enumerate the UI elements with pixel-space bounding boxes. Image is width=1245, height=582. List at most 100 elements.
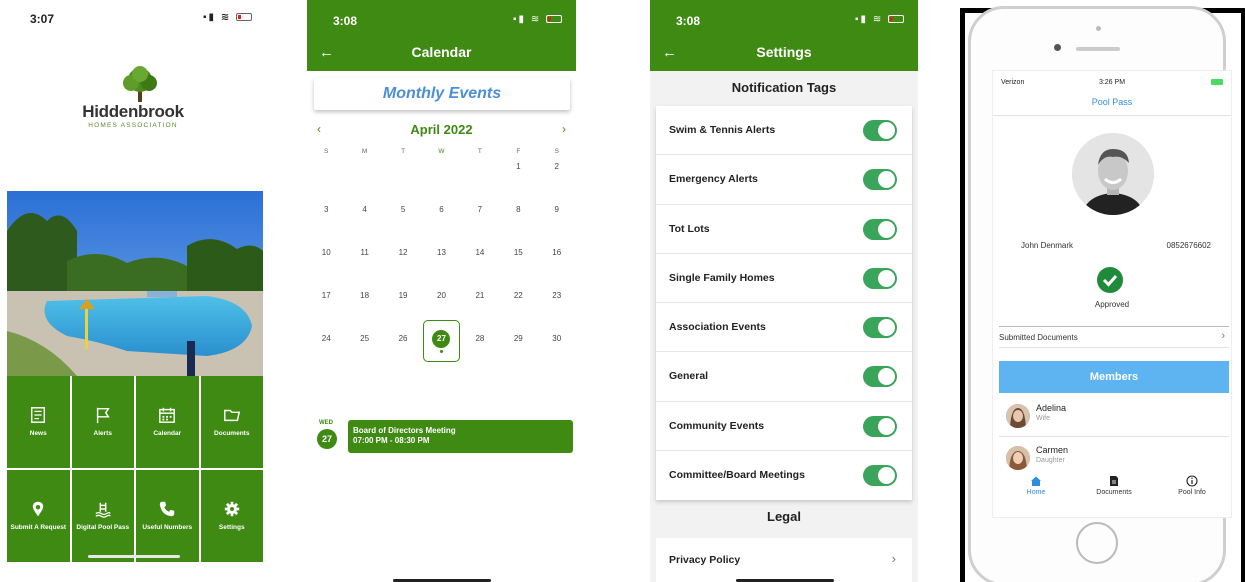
tab-documents[interactable]: Documents <box>1079 473 1149 496</box>
status-bar: 3:07 ▪▮ ≋ <box>30 12 252 28</box>
phone-icon <box>160 501 175 517</box>
notification-tag-label: Swim & Tennis Alerts <box>669 124 776 136</box>
notification-tag-row: General <box>656 352 912 402</box>
phone-home-button[interactable] <box>1076 522 1118 564</box>
calendar-day[interactable]: 26 <box>384 332 422 375</box>
calendar-day[interactable]: 14 <box>461 246 499 289</box>
calendar-day[interactable]: 12 <box>384 246 422 289</box>
members-header: Members <box>999 361 1229 393</box>
folder-icon <box>223 409 240 422</box>
calendar-day[interactable]: 17 <box>307 289 345 332</box>
home-indicator <box>88 555 180 558</box>
calendar-week-row: 3456789 <box>307 203 576 246</box>
submitted-documents-row[interactable]: Submitted Documents › <box>999 326 1229 348</box>
calendar-day[interactable]: 21 <box>461 289 499 332</box>
event-card[interactable]: Board of Directors Meeting 07:00 PM - 08… <box>348 420 573 453</box>
calendar-day[interactable]: 22 <box>499 289 537 332</box>
notification-tags-header: Notification Tags <box>731 80 837 95</box>
event-title: Board of Directors Meeting <box>353 426 456 435</box>
association-logo: Hiddenbrook HOMES ASSOCIATION <box>78 66 188 130</box>
status-time: 3:08 <box>333 14 358 28</box>
avatar <box>1006 446 1030 470</box>
weekday-label: S <box>554 148 559 155</box>
documents-tile[interactable]: Documents <box>200 376 263 468</box>
notification-tag-row: Single Family Homes <box>656 254 912 304</box>
notification-toggle[interactable] <box>863 465 897 487</box>
notification-tag-row: Association Events <box>656 303 912 353</box>
event-indicator-dot <box>439 350 443 353</box>
notification-toggle[interactable] <box>863 169 897 191</box>
tab-home[interactable]: Home <box>1001 473 1071 496</box>
notification-toggle[interactable] <box>863 218 897 240</box>
event-item[interactable]: WED 27 Board of Directors Meeting 07:00 … <box>317 420 573 454</box>
calendar-day[interactable]: 4 <box>345 203 383 246</box>
notification-tag-label: Community Events <box>669 419 765 432</box>
calendar-day[interactable]: 7 <box>461 203 499 246</box>
calendar-day[interactable]: 30 <box>538 332 576 375</box>
gear-icon <box>224 501 239 517</box>
next-month-chevron-icon[interactable]: › <box>562 122 566 136</box>
weekday-label: T <box>401 148 406 155</box>
submit-request-tile[interactable]: Submit A Request <box>7 470 70 562</box>
calendar-day[interactable]: 8 <box>499 203 537 246</box>
weekday-label: W <box>438 148 445 155</box>
battery-icon <box>546 15 562 24</box>
calendar-day[interactable]: 29 <box>499 332 537 375</box>
calendar-day[interactable]: 15 <box>499 246 537 289</box>
calendar-day[interactable]: 1 <box>499 160 537 203</box>
member-name: Adelina <box>1036 403 1067 413</box>
news-tile[interactable]: News <box>7 376 70 468</box>
page-title: Settings <box>756 44 812 60</box>
notification-toggle[interactable] <box>863 317 897 339</box>
member-relation: Daughter <box>1036 457 1065 464</box>
tab-pool-info-label: Pool Info <box>1178 489 1206 496</box>
member-row[interactable]: Adelina Wife <box>999 395 1229 437</box>
notification-tag-row: Tot Lots <box>656 205 912 254</box>
calendar-day[interactable]: 19 <box>384 289 422 332</box>
approval-status: Approved <box>1094 300 1130 309</box>
calendar-tile[interactable]: Calendar <box>136 376 199 468</box>
calendar-day[interactable]: 23 <box>538 289 576 332</box>
legal-header: Legal <box>767 509 801 524</box>
calendar-screen: 3:08 ▪▮ ≋ ← Calendar Monthly Events ‹ Ap… <box>307 0 576 582</box>
weekday-label: F <box>516 148 521 155</box>
settings-tile[interactable]: Settings <box>200 470 263 562</box>
notification-toggle[interactable] <box>863 366 897 388</box>
notification-toggle[interactable] <box>863 415 897 437</box>
tab-pool-info[interactable]: Pool Info <box>1157 473 1227 496</box>
calendar-day[interactable]: 25 <box>345 332 383 375</box>
chevron-right-icon: › <box>1221 330 1225 342</box>
calendar-day[interactable]: 11 <box>345 246 383 289</box>
status-time: 3:07 <box>30 12 55 26</box>
calendar-day[interactable]: 10 <box>307 246 345 289</box>
notification-tag-label: Tot Lots <box>669 222 710 235</box>
calendar-day[interactable]: 28 <box>461 332 499 375</box>
calendar-day[interactable]: 16 <box>538 246 576 289</box>
battery-icon <box>1211 79 1223 85</box>
battery-icon <box>888 15 904 24</box>
calendar-app-bar: 3:08 ▪▮ ≋ ← Calendar <box>307 0 576 71</box>
privacy-policy-row[interactable]: Privacy Policy › <box>656 538 912 582</box>
tree-icon <box>123 66 157 102</box>
calendar-day[interactable]: 3 <box>307 203 345 246</box>
event-date-badge: 27 <box>317 429 337 449</box>
calendar-day[interactable]: 18 <box>345 289 383 332</box>
notification-toggle[interactable] <box>863 120 897 141</box>
calendar-day[interactable]: 2 <box>538 160 576 203</box>
calendar-day[interactable]: 24 <box>307 332 345 375</box>
pool-pass-screen: Verizon 3:26 PM Pool Pass John Denmark 0… <box>992 70 1232 518</box>
calendar-day[interactable]: 9 <box>538 203 576 246</box>
news-label: News <box>29 430 47 438</box>
calendar-empty-cell <box>461 160 499 203</box>
alerts-tile[interactable]: Alerts <box>71 376 134 468</box>
useful-numbers-tile[interactable]: Useful Numbers <box>136 470 199 562</box>
notification-tag-row: Committee/Board Meetings <box>656 451 912 500</box>
calendar-day[interactable]: 13 <box>422 246 460 289</box>
pool-pass-tile[interactable]: Digital Pool Pass <box>71 470 134 562</box>
member-name: John Denmark <box>1021 241 1074 250</box>
calendar-day[interactable]: 6 <box>422 203 460 246</box>
notification-toggle[interactable] <box>863 267 897 289</box>
home-icon <box>1031 476 1041 486</box>
calendar-day[interactable]: 5 <box>384 203 422 246</box>
calendar-day[interactable]: 27 <box>422 320 461 375</box>
